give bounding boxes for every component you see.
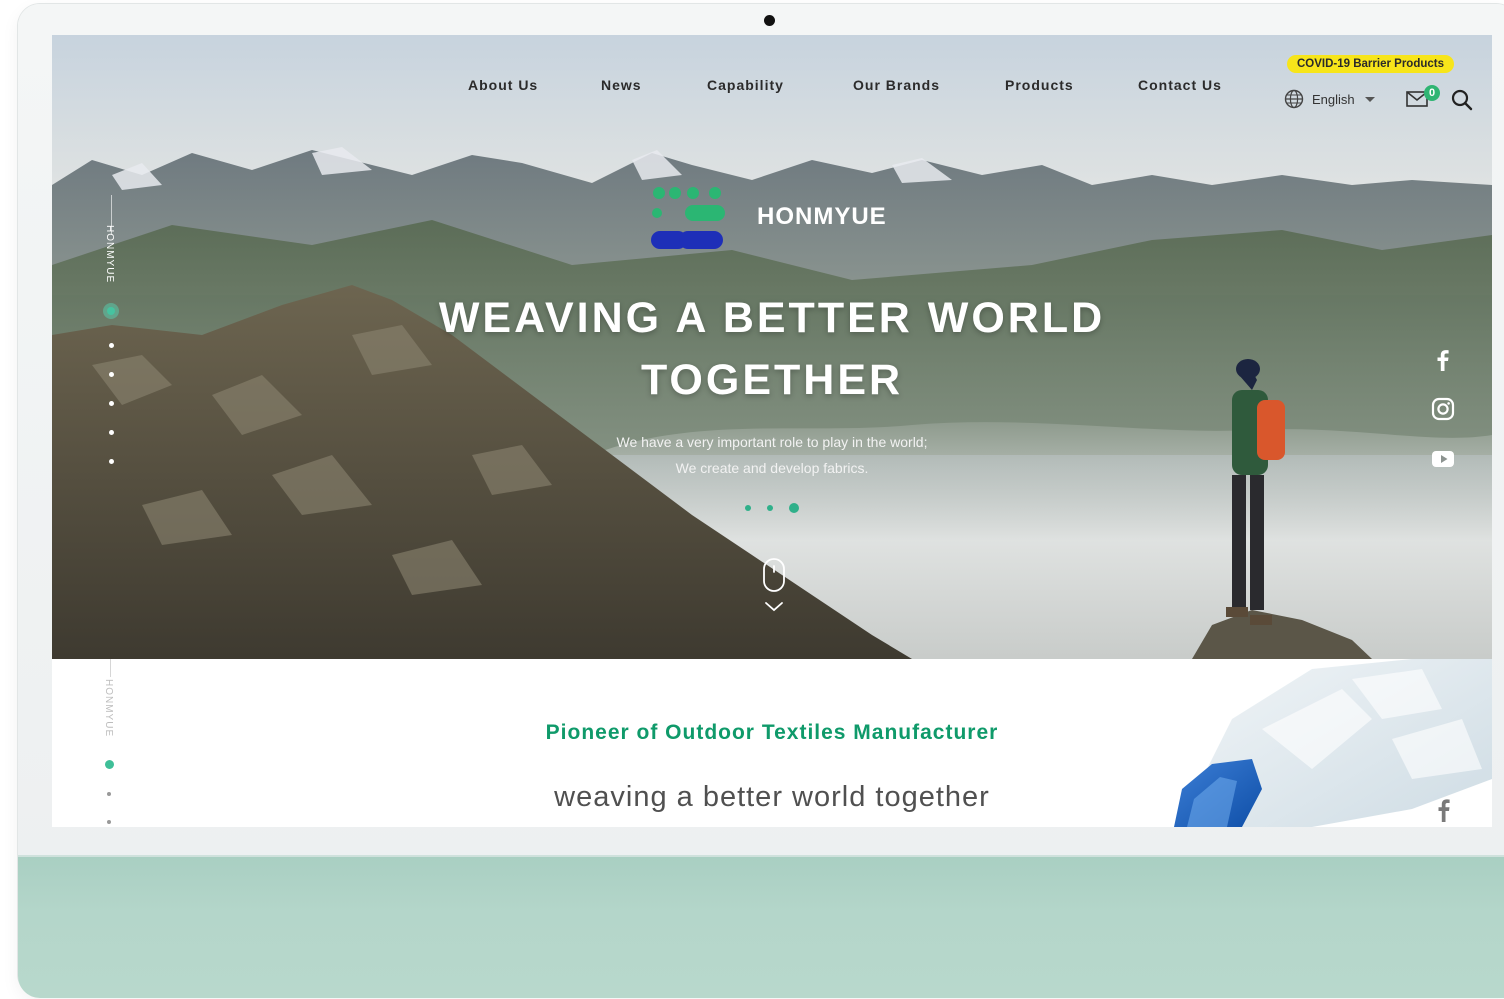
chevron-down-icon <box>1364 96 1375 102</box>
lower-divider-line <box>110 659 111 677</box>
hero-subtitle-line2: We create and develop fabrics. <box>675 460 869 476</box>
hero-title: WEAVING A BETTER WORLD TOGETHER <box>372 287 1172 411</box>
nav-our-brands[interactable]: Our Brands <box>853 77 940 93</box>
about-section: HONMYUE Pioneer of Outdoor Textiles Manu… <box>52 659 1492 827</box>
hero-banner: About Us News Capability Our Brands Prod… <box>52 35 1492 659</box>
lower-section-dot-active[interactable] <box>105 760 114 769</box>
hero-subtitle-line1: We have a very important role to play in… <box>616 434 928 450</box>
honmyue-logo-icon[interactable] <box>649 185 729 251</box>
camera-dot <box>764 15 775 26</box>
facebook-icon[interactable] <box>1430 347 1456 373</box>
globe-icon <box>1284 89 1304 109</box>
covid-products-link[interactable]: COVID-19 Barrier Products <box>1287 55 1454 73</box>
hero-title-line1: WEAVING A BETTER WORLD <box>438 294 1106 342</box>
hero-subtitle: We have a very important role to play in… <box>472 429 1072 481</box>
section-dot[interactable] <box>108 459 114 464</box>
carousel-dot-1[interactable] <box>745 505 751 511</box>
section-pager <box>103 303 119 464</box>
device-chin <box>18 855 1504 998</box>
section-dot-active[interactable] <box>103 303 119 319</box>
nav-products[interactable]: Products <box>1005 77 1074 93</box>
section-dot[interactable] <box>108 372 114 377</box>
youtube-icon[interactable] <box>1430 446 1456 472</box>
side-brand-label: HONMYUE <box>104 225 115 284</box>
section-dot[interactable] <box>108 343 114 348</box>
facebook-icon[interactable] <box>1432 795 1456 823</box>
lower-section-dot[interactable] <box>107 820 111 824</box>
carousel-dot-2[interactable] <box>767 505 773 511</box>
lower-side-label: HONMYUE <box>103 679 114 738</box>
hero-carousel-dots <box>745 503 799 513</box>
carousel-dot-3-active[interactable] <box>789 503 799 513</box>
instagram-icon[interactable] <box>1430 396 1456 422</box>
lower-section-dot[interactable] <box>107 792 111 796</box>
nav-contact-us[interactable]: Contact Us <box>1138 77 1222 93</box>
section-heading: Pioneer of Outdoor Textiles Manufacturer <box>545 721 999 744</box>
mail-count-badge: 0 <box>1424 85 1440 101</box>
brand-name: HONMYUE <box>757 203 887 230</box>
nav-capability[interactable]: Capability <box>707 77 784 93</box>
browser-screen: About Us News Capability Our Brands Prod… <box>52 35 1492 827</box>
scroll-down-mouse-icon[interactable] <box>762 557 786 619</box>
language-label: English <box>1312 91 1355 107</box>
hero-title-line2: TOGETHER <box>640 356 904 404</box>
section-dot[interactable] <box>108 401 114 406</box>
section-dot[interactable] <box>108 430 114 435</box>
search-icon[interactable] <box>1451 89 1473 111</box>
section-tagline: weaving a better world together <box>554 781 990 813</box>
nav-news[interactable]: News <box>601 77 642 93</box>
language-selector[interactable]: English <box>1284 87 1375 111</box>
nav-about-us[interactable]: About Us <box>468 77 538 93</box>
